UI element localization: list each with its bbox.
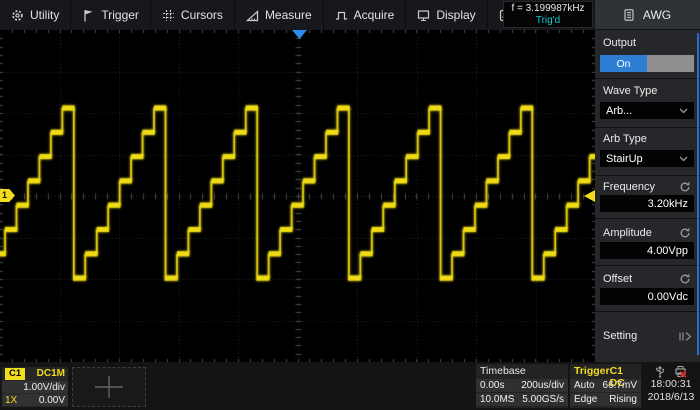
separator: [595, 265, 700, 266]
offset-value-field[interactable]: 0.00Vdc: [600, 288, 694, 305]
output-toggle-off[interactable]: [647, 55, 694, 72]
chevron-down-icon: [679, 156, 688, 162]
trigger-row1: Auto 66.7mV: [570, 379, 641, 392]
arb-type-label: Arb Type: [603, 133, 647, 145]
amplitude-value-field[interactable]: 4.00Vpp: [600, 242, 694, 259]
menu-item-label: Utility: [30, 8, 59, 22]
frequency-value-field[interactable]: 3.20kHz: [600, 195, 694, 212]
menu-item-acquire[interactable]: Acquire: [324, 0, 407, 30]
waveform-canvas: [0, 30, 595, 362]
acquire-pulse-icon: [335, 9, 348, 22]
printer-error-icon: [674, 365, 687, 378]
trigger-slope: Rising: [609, 393, 637, 406]
amplitude-label: Amplitude: [603, 227, 652, 239]
menu-item-trigger[interactable]: Trigger: [71, 0, 151, 30]
timebase-header: Timebase: [476, 364, 568, 378]
output-toggle-on[interactable]: On: [600, 55, 647, 72]
frequency-counter: f = 3.199987kHz Trig'd: [503, 1, 593, 28]
usb-icon: [655, 365, 665, 378]
status-bar: C1 DC1M 1.00V/div 1X 0.00V Timebase 0.00…: [0, 362, 700, 410]
output-toggle[interactable]: On: [600, 55, 694, 72]
menu-item-utility[interactable]: Utility: [0, 0, 71, 30]
trigger-row2: Edge Rising: [570, 393, 641, 406]
plus-crosshair-icon: [92, 374, 126, 400]
wave-type-value: Arb...: [606, 105, 632, 117]
output-label: Output: [603, 37, 636, 49]
trigger-type: Edge: [574, 393, 597, 406]
menu-item-measure[interactable]: Measure: [235, 0, 324, 30]
frequency-label: Frequency: [603, 181, 655, 193]
separator: [595, 127, 700, 128]
system-time: 18:00:31: [644, 378, 698, 391]
list-icon: [624, 9, 634, 21]
menu-item-cursors[interactable]: Cursors: [151, 0, 235, 30]
timebase-title: Timebase: [480, 365, 526, 378]
channel1-probe: 1X: [5, 395, 17, 406]
menu-item-label: Cursors: [181, 8, 223, 22]
separator: [595, 175, 700, 176]
channel1-header-row: C1 DC1M: [2, 367, 68, 380]
oscilloscope-screen: Utility Trigger Cursors Measure Acquire …: [0, 0, 700, 410]
menu-item-display[interactable]: Display: [406, 0, 487, 30]
timebase-row1: 0.00s 200us/div: [476, 379, 568, 392]
cursors-grid-icon: [162, 9, 175, 22]
gear-icon: [11, 9, 24, 22]
channel1-badge[interactable]: C1: [5, 368, 25, 380]
display-monitor-icon: [417, 9, 430, 22]
separator: [595, 311, 700, 312]
trigger-level: 66.7mV: [603, 379, 637, 392]
menu-item-label: Measure: [265, 8, 312, 22]
timebase-row2: 10.0MS 5.00GS/s: [476, 393, 568, 406]
counter-frequency: f = 3.199987kHz: [511, 3, 584, 15]
timebase-memory: 10.0MS: [480, 393, 514, 406]
menu-item-label: Trigger: [101, 8, 139, 22]
trigger-title: Trigger: [574, 365, 610, 378]
offset-label: Offset: [603, 273, 632, 285]
wave-type-label: Wave Type: [603, 85, 657, 97]
chevron-down-icon: [679, 108, 688, 114]
arb-type-value: StairUp: [606, 153, 643, 165]
setting-label[interactable]: Setting: [603, 330, 637, 342]
channel1-coupling: DC1M: [37, 368, 65, 379]
flag-icon: [82, 9, 95, 22]
channel1-scale: 1.00V/div: [23, 382, 65, 393]
timebase-sample-rate: 5.00GS/s: [522, 393, 564, 406]
frequency-value: 3.20kHz: [648, 198, 688, 210]
system-info: 18:00:31 2018/6/13: [644, 364, 698, 404]
trigger-header: Trigger C1 DC: [570, 364, 641, 378]
channel1-marker-label: 1: [2, 190, 7, 200]
awg-panel: AWG Output On Wave Type Arb... Arb Type …: [595, 0, 700, 362]
add-channel-box[interactable]: [72, 367, 146, 407]
expand-icon[interactable]: [678, 329, 692, 347]
channel1-offset-row: 1X 0.00V: [2, 394, 68, 406]
channel1-info-box[interactable]: C1 DC1M 1.00V/div 1X 0.00V: [2, 367, 68, 407]
awg-panel-header[interactable]: AWG: [595, 0, 700, 30]
measure-triangle-icon: [246, 9, 259, 22]
graticule-area: [0, 30, 595, 362]
system-date: 2018/6/13: [644, 391, 698, 404]
channel1-offset: 0.00V: [39, 395, 65, 406]
timebase-scale: 200us/div: [521, 379, 564, 392]
trigger-box[interactable]: Trigger C1 DC Auto 66.7mV Edge Rising: [570, 364, 641, 408]
panel-scrollbar[interactable]: [697, 33, 699, 355]
arb-type-dropdown[interactable]: StairUp: [600, 150, 694, 167]
trigger-source: C1 DC: [610, 365, 637, 378]
separator: [595, 78, 700, 79]
amplitude-value: 4.00Vpp: [647, 245, 688, 257]
timebase-delay: 0.00s: [480, 379, 504, 392]
menu-item-label: Display: [436, 8, 475, 22]
channel1-scale-row: 1.00V/div: [2, 381, 68, 393]
timebase-box[interactable]: Timebase 0.00s 200us/div 10.0MS 5.00GS/s: [476, 364, 568, 408]
awg-panel-title: AWG: [643, 8, 671, 22]
menu-item-label: Acquire: [354, 8, 395, 22]
offset-value: 0.00Vdc: [648, 291, 688, 303]
trigger-status: Trig'd: [536, 15, 560, 27]
wave-type-dropdown[interactable]: Arb...: [600, 102, 694, 119]
separator: [595, 218, 700, 219]
trigger-mode: Auto: [574, 379, 595, 392]
